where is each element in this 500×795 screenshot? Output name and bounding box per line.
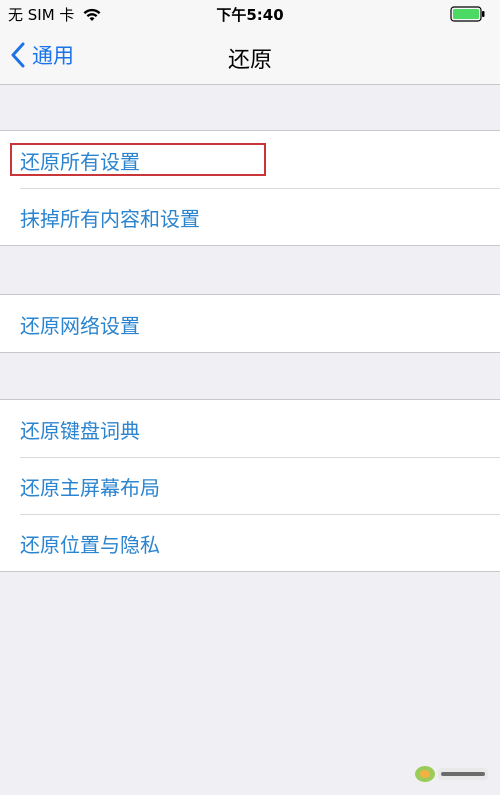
page-title: 还原	[227, 48, 272, 73]
reset-all-settings-item[interactable]: 还原所有设置	[0, 131, 500, 188]
reset-group-2: 还原网络设置	[0, 294, 500, 353]
watermark-logo	[412, 759, 492, 789]
reset-keyboard-dictionary-item[interactable]: 还原键盘词典	[0, 400, 500, 457]
list-item-label: 还原所有设置	[20, 150, 140, 174]
list-item-label: 还原位置与隐私	[20, 533, 160, 557]
reset-group-1: 还原所有设置 抹掉所有内容和设置	[0, 130, 500, 246]
status-bar: 无 SIM 卡 下午5:40	[0, 0, 500, 28]
navigation-bar: 通用 还原	[0, 28, 500, 85]
list-item-label: 还原主屏幕布局	[20, 476, 160, 500]
reset-location-privacy-item[interactable]: 还原位置与隐私	[0, 514, 500, 571]
reset-home-screen-layout-item[interactable]: 还原主屏幕布局	[0, 457, 500, 514]
list-item-label: 还原键盘词典	[20, 419, 140, 443]
battery-icon	[450, 6, 485, 22]
list-item-label: 还原网络设置	[20, 314, 140, 338]
watermark-logo-icon	[415, 766, 488, 782]
erase-all-content-item[interactable]: 抹掉所有内容和设置	[0, 188, 500, 245]
reset-group-3: 还原键盘词典 还原主屏幕布局 还原位置与隐私	[0, 399, 500, 572]
list-item-label: 抹掉所有内容和设置	[20, 207, 200, 231]
status-time: 下午5:40	[216, 6, 284, 24]
reset-network-settings-item[interactable]: 还原网络设置	[0, 295, 500, 352]
